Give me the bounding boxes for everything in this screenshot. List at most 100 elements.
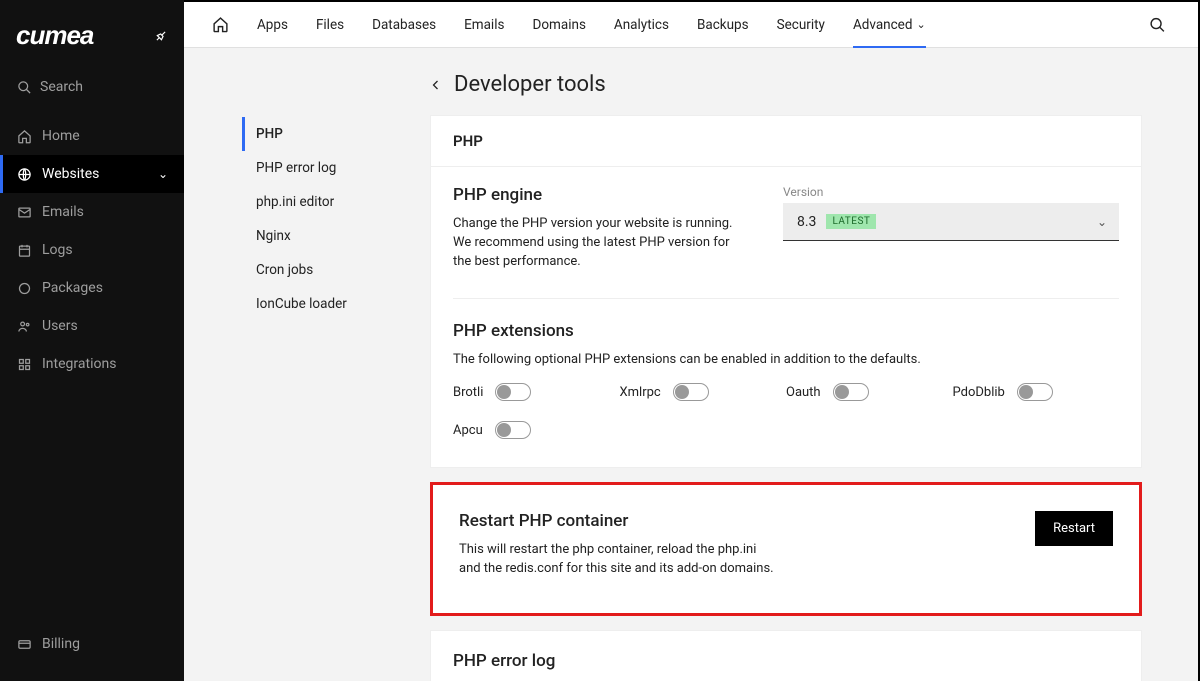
sidebar-item-label: Websites bbox=[42, 166, 99, 182]
sidebar-item-home[interactable]: Home bbox=[0, 117, 184, 155]
search-icon bbox=[16, 79, 32, 95]
extensions-grid: Brotli Xmlrpc Oauth bbox=[453, 369, 1119, 439]
sidebar: cumea Search Home Websites ⌄ Emails Logs bbox=[0, 0, 184, 681]
panel-restart-php: Restart PHP container This will restart … bbox=[430, 482, 1142, 616]
subnav-item-php-ini-editor[interactable]: php.ini editor bbox=[242, 185, 430, 219]
pin-icon[interactable] bbox=[151, 26, 171, 46]
sidebar-item-label: Logs bbox=[42, 242, 73, 258]
columns: PHP PHP error log php.ini editor Nginx C… bbox=[184, 115, 1198, 681]
topbar-search-button[interactable] bbox=[1149, 16, 1166, 33]
sidebar-item-label: Home bbox=[42, 128, 80, 144]
subnav-item-cron-jobs[interactable]: Cron jobs bbox=[242, 253, 430, 287]
toggle-brotli[interactable] bbox=[495, 383, 531, 401]
chevron-down-icon: ⌄ bbox=[1097, 215, 1107, 229]
extension-label: Apcu bbox=[453, 423, 483, 438]
extension-pdodblib: PdoDblib bbox=[953, 383, 1120, 401]
page-header: Developer tools bbox=[372, 48, 1198, 115]
php-engine-info: PHP engine Change the PHP version your w… bbox=[453, 185, 743, 272]
sidebar-search-label: Search bbox=[40, 79, 83, 95]
extension-xmlrpc: Xmlrpc bbox=[620, 383, 787, 401]
sidebar-item-label: Billing bbox=[42, 636, 80, 652]
php-engine-row: PHP engine Change the PHP version your w… bbox=[453, 185, 1119, 272]
sidebar-item-integrations[interactable]: Integrations bbox=[0, 345, 184, 383]
toggle-oauth[interactable] bbox=[833, 383, 869, 401]
toggle-apcu[interactable] bbox=[495, 421, 531, 439]
subnav-item-php-error-log[interactable]: PHP error log bbox=[242, 151, 430, 185]
sidebar-item-logs[interactable]: Logs bbox=[0, 231, 184, 269]
tab-databases[interactable]: Databases bbox=[372, 3, 436, 47]
sidebar-item-emails[interactable]: Emails bbox=[0, 193, 184, 231]
restart-title: Restart PHP container bbox=[459, 511, 779, 531]
sidebar-item-label: Emails bbox=[42, 204, 84, 220]
chevron-down-icon: ⌄ bbox=[916, 18, 925, 31]
version-select[interactable]: 8.3 LATEST ⌄ bbox=[783, 203, 1119, 241]
extension-label: PdoDblib bbox=[953, 385, 1005, 400]
php-version-control: Version 8.3 LATEST ⌄ bbox=[783, 185, 1119, 272]
tab-backups[interactable]: Backups bbox=[697, 3, 749, 47]
divider bbox=[453, 298, 1119, 299]
tab-label: Advanced bbox=[853, 17, 913, 33]
extension-label: Xmlrpc bbox=[620, 385, 661, 400]
subnav-item-php[interactable]: PHP bbox=[242, 117, 430, 151]
globe-icon bbox=[16, 166, 32, 182]
sidebar-item-websites[interactable]: Websites ⌄ bbox=[0, 155, 184, 193]
calendar-icon bbox=[16, 242, 32, 258]
sidebar-item-users[interactable]: Users bbox=[0, 307, 184, 345]
restart-info: Restart PHP container This will restart … bbox=[459, 511, 779, 579]
tab-apps[interactable]: Apps bbox=[257, 3, 288, 47]
panel-header: PHP bbox=[431, 116, 1141, 167]
panel-php: PHP PHP engine Change the PHP version yo… bbox=[430, 115, 1142, 468]
extension-label: Oauth bbox=[786, 385, 821, 400]
panels: PHP PHP engine Change the PHP version yo… bbox=[430, 115, 1198, 681]
sidebar-item-billing[interactable]: Billing bbox=[0, 625, 184, 663]
panel-body: PHP engine Change the PHP version your w… bbox=[431, 167, 1141, 467]
version-value: 8.3 bbox=[797, 214, 816, 230]
users-icon bbox=[16, 318, 32, 334]
tab-domains[interactable]: Domains bbox=[532, 3, 585, 47]
restart-button[interactable]: Restart bbox=[1035, 511, 1113, 546]
page-title: Developer tools bbox=[454, 72, 606, 97]
sidebar-item-label: Users bbox=[42, 318, 78, 334]
version-badge: LATEST bbox=[826, 214, 876, 229]
sidebar-item-label: Integrations bbox=[42, 356, 116, 372]
toggle-xmlrpc[interactable] bbox=[673, 383, 709, 401]
circle-icon bbox=[16, 280, 32, 296]
tab-security[interactable]: Security bbox=[777, 3, 825, 47]
sidebar-item-label: Packages bbox=[42, 280, 103, 296]
version-label: Version bbox=[783, 185, 1119, 199]
sidebar-item-packages[interactable]: Packages bbox=[0, 269, 184, 307]
restart-desc: This will restart the php container, rel… bbox=[459, 541, 779, 579]
logo-row: cumea bbox=[0, 0, 184, 69]
home-icon bbox=[16, 128, 32, 144]
tab-advanced[interactable]: Advanced ⌄ bbox=[853, 3, 926, 47]
subnav-item-nginx[interactable]: Nginx bbox=[242, 219, 430, 253]
content-scroll[interactable]: Developer tools PHP PHP error log php.in… bbox=[184, 48, 1198, 681]
chevron-down-icon: ⌄ bbox=[158, 167, 168, 181]
php-engine-title: PHP engine bbox=[453, 185, 743, 205]
toggle-pdodblib[interactable] bbox=[1017, 383, 1053, 401]
grid-icon bbox=[16, 356, 32, 372]
sidebar-search[interactable]: Search bbox=[0, 69, 184, 111]
extension-label: Brotli bbox=[453, 385, 483, 400]
subnav: PHP PHP error log php.ini editor Nginx C… bbox=[242, 115, 430, 321]
php-engine-desc: Change the PHP version your website is r… bbox=[453, 215, 743, 272]
back-button[interactable] bbox=[430, 79, 442, 91]
tab-files[interactable]: Files bbox=[316, 3, 344, 47]
card-icon bbox=[16, 636, 32, 652]
extension-brotli: Brotli bbox=[453, 383, 620, 401]
subnav-item-ioncube-loader[interactable]: IonCube loader bbox=[242, 287, 430, 321]
tab-emails[interactable]: Emails bbox=[464, 3, 504, 47]
home-button[interactable] bbox=[212, 16, 229, 33]
mail-icon bbox=[16, 204, 32, 220]
main-area: Apps Files Databases Emails Domains Anal… bbox=[184, 0, 1200, 681]
tab-analytics[interactable]: Analytics bbox=[614, 3, 669, 47]
restart-body: Restart PHP container This will restart … bbox=[433, 485, 1139, 613]
brand-logo: cumea bbox=[16, 20, 93, 51]
php-extensions-title: PHP extensions bbox=[453, 321, 1119, 341]
php-extensions-desc: The following optional PHP extensions ca… bbox=[453, 351, 1119, 370]
panel-php-error-log: PHP error log bbox=[430, 630, 1142, 681]
sidebar-nav: Home Websites ⌄ Emails Logs Packages Use… bbox=[0, 111, 184, 681]
extension-oauth: Oauth bbox=[786, 383, 953, 401]
topbar: Apps Files Databases Emails Domains Anal… bbox=[184, 2, 1198, 48]
extension-apcu: Apcu bbox=[453, 421, 620, 439]
